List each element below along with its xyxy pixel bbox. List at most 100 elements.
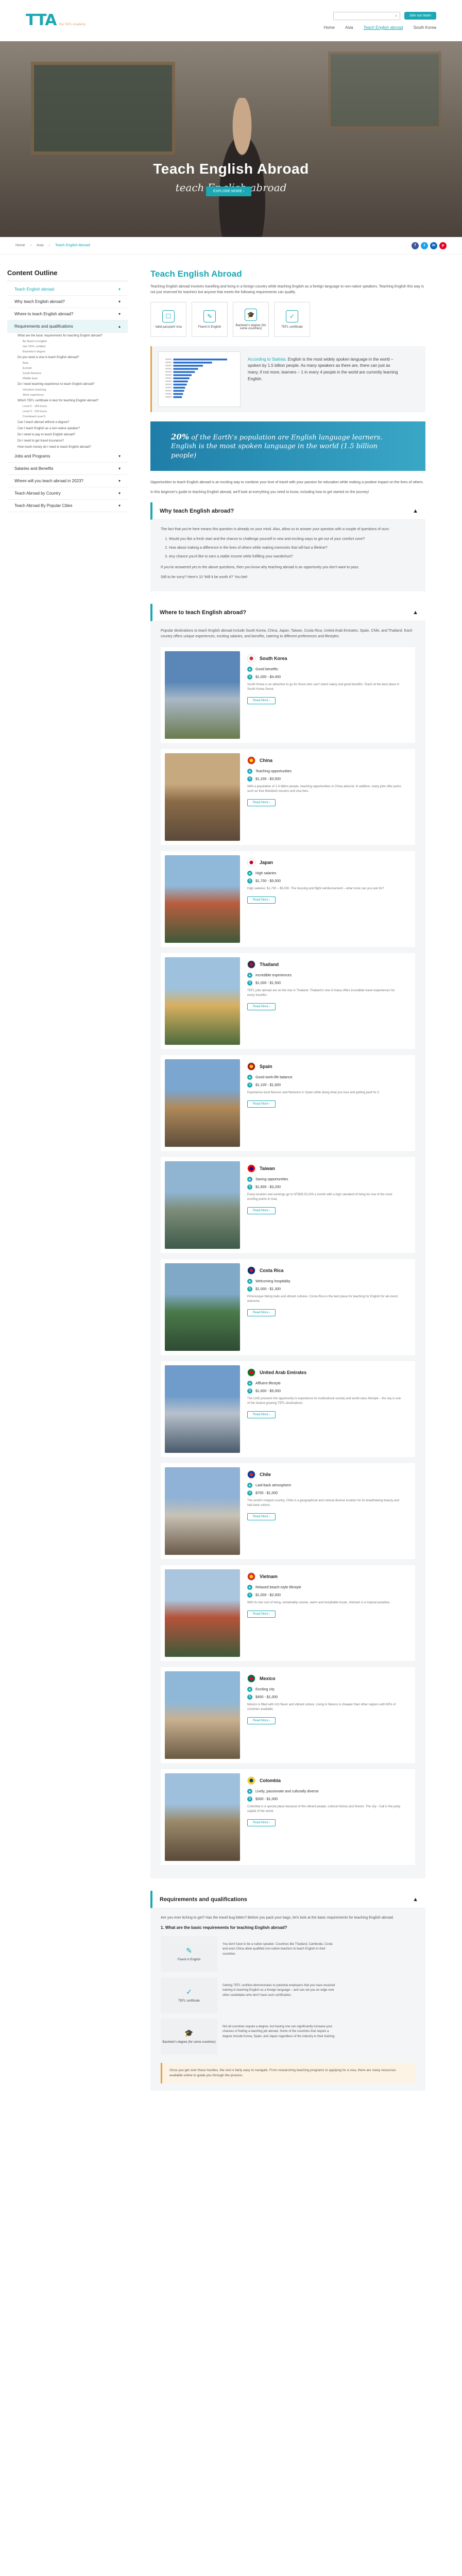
country-name-row: Taiwan bbox=[247, 1164, 402, 1173]
country-flag-icon bbox=[247, 1470, 255, 1479]
read-more-button[interactable]: Read More › bbox=[247, 1611, 276, 1618]
sidebar-item[interactable]: Teach Abroad By Popular Cities ▾ bbox=[7, 500, 128, 512]
nav-item-teach-english-abroad[interactable]: Teach English abroad bbox=[364, 25, 403, 30]
requirements-header[interactable]: Requirements and qualifications ▲ bbox=[150, 1891, 425, 1909]
social-share-icon[interactable]: f bbox=[412, 242, 419, 249]
sidebar-subsubitem[interactable]: South America bbox=[7, 371, 128, 376]
country-flag-icon bbox=[247, 1062, 255, 1071]
search-box[interactable]: ⌕ bbox=[333, 11, 400, 20]
read-more-button[interactable]: Read More › bbox=[247, 1207, 276, 1215]
sidebar-subitem[interactable]: How much money do I need to teach Englis… bbox=[7, 444, 128, 450]
chevron-down-icon[interactable]: ▾ bbox=[118, 466, 121, 471]
sidebar-subitem[interactable]: Can I teach abroad without a degree? bbox=[7, 419, 128, 426]
chevron-down-icon[interactable]: ▾ bbox=[118, 299, 121, 304]
read-more-button[interactable]: Read More › bbox=[247, 1819, 276, 1827]
site-logo[interactable]: TTA The TEFL Academy bbox=[26, 13, 85, 28]
sidebar-subitem[interactable]: What are the basic requirements for teac… bbox=[7, 333, 128, 339]
country-card: Chile ★ Laid-back atmosphere $ $700 - $1,000… bbox=[161, 1463, 415, 1560]
sidebar-subsubitem[interactable]: Level 3 - 120 hours bbox=[7, 409, 128, 414]
read-more-button[interactable]: Read More › bbox=[247, 1717, 276, 1725]
requirement-icon: ✎ bbox=[203, 310, 216, 323]
search-icon[interactable]: ⌕ bbox=[395, 13, 397, 19]
nav-item-asia[interactable]: Asia bbox=[345, 25, 353, 30]
sidebar-subsubitem[interactable]: Combined Level 5 bbox=[7, 414, 128, 419]
chevron-down-icon[interactable]: ▾ bbox=[118, 287, 121, 292]
collapse-icon[interactable]: ▲ bbox=[413, 609, 418, 616]
country-salary: $ $1,000 - $1,500 bbox=[247, 980, 402, 986]
sidebar-item[interactable]: Where will you teach abroad in 2023? ▾ bbox=[7, 475, 128, 487]
banner-text: of the Earth's population are English la… bbox=[171, 433, 383, 460]
join-team-button[interactable]: Join our team bbox=[404, 12, 436, 20]
chevron-down-icon[interactable]: ▾ bbox=[118, 503, 121, 508]
search-input[interactable] bbox=[335, 14, 396, 18]
where-header[interactable]: Where to teach English abroad? ▲ bbox=[150, 604, 425, 622]
feature-icon: ★ bbox=[247, 1075, 252, 1080]
feature-icon: ★ bbox=[247, 973, 252, 978]
sidebar-subsubitem[interactable]: Middle East bbox=[7, 376, 128, 381]
read-more-button[interactable]: Read More › bbox=[247, 1309, 276, 1317]
why-header[interactable]: Why teach English abroad? ▲ bbox=[150, 502, 425, 520]
why-p1: If you've answered yes to the above ques… bbox=[161, 565, 360, 569]
sidebar-item[interactable]: Why teach English abroad? ▾ bbox=[7, 296, 128, 308]
nav-item-home[interactable]: Home bbox=[324, 25, 335, 30]
chevron-down-icon[interactable]: ▾ bbox=[118, 312, 121, 316]
country-salary: $ $1,800 - $3,200 bbox=[247, 1184, 402, 1190]
sidebar-subsubitem[interactable]: Get TEFL certified bbox=[7, 344, 128, 349]
where-section: Where to teach English abroad? ▲ Popular… bbox=[150, 604, 425, 1879]
social-share-icon[interactable]: p bbox=[439, 242, 447, 249]
sidebar-item[interactable]: Teach English abroad ▾ bbox=[7, 283, 128, 296]
sidebar-subsubitem[interactable]: Volunteer teaching bbox=[7, 387, 128, 393]
sidebar-subitem[interactable]: Do I need teaching experience to teach E… bbox=[7, 381, 128, 387]
feature-icon: ★ bbox=[247, 769, 252, 774]
sidebar-item[interactable]: Jobs and Programs ▾ bbox=[7, 450, 128, 463]
chevron-down-icon[interactable]: ▾ bbox=[118, 491, 121, 496]
country-info: Japan ★ High salaries $ $1,700 - $5,000 High … bbox=[247, 855, 402, 943]
sidebar-subitem[interactable]: Can I teach English as a non-native spea… bbox=[7, 426, 128, 432]
sidebar-subitem[interactable]: Which TEFL certificate is best for teach… bbox=[7, 398, 128, 404]
breadcrumb-item[interactable]: Teach English Abroad bbox=[55, 244, 90, 247]
statista-lead[interactable]: According to Statista, bbox=[248, 357, 287, 362]
sidebar-item[interactable]: Salaries and Benefits ▾ bbox=[7, 463, 128, 475]
read-more-button[interactable]: Read More › bbox=[247, 896, 276, 904]
country-name: United Arab Emirates bbox=[260, 1370, 307, 1376]
collapse-icon[interactable]: ▲ bbox=[413, 508, 418, 514]
country-name-row: Costa Rica bbox=[247, 1266, 402, 1275]
chevron-up-icon[interactable]: ▴ bbox=[118, 324, 121, 329]
sidebar-subsubitem[interactable]: Level 5 - 168 hours bbox=[7, 404, 128, 409]
collapse-icon[interactable]: ▲ bbox=[413, 1896, 418, 1903]
chevron-down-icon[interactable]: ▾ bbox=[118, 479, 121, 483]
country-photo bbox=[165, 1161, 240, 1249]
requirements-note: Once you get over these hurdles, the res… bbox=[161, 2062, 415, 2084]
nav-item-south-korea[interactable]: South Korea bbox=[414, 25, 436, 30]
country-salary-text: $1,000 - $4,400 bbox=[255, 675, 281, 679]
sidebar-item[interactable]: Teach Abroad by Country ▾ bbox=[7, 487, 128, 500]
sidebar-subsubitem[interactable]: Bachelor's degree bbox=[7, 349, 128, 354]
feature-icon: ★ bbox=[247, 1279, 252, 1284]
sidebar-subitem[interactable]: Do I need to pay to teach English abroad… bbox=[7, 432, 128, 438]
breadcrumb-item[interactable]: Home bbox=[15, 244, 25, 247]
country-description: The world's longest country, Chile is a … bbox=[247, 1499, 399, 1507]
breadcrumb-item[interactable]: Asia bbox=[37, 244, 44, 247]
social-share-icon[interactable]: t bbox=[421, 242, 428, 249]
salary-icon: $ bbox=[247, 1592, 252, 1598]
explore-more-button[interactable]: EXPLORE MORE › bbox=[206, 187, 252, 196]
sidebar-subitem[interactable]: Do I need to get travel insurance? bbox=[7, 438, 128, 444]
sidebar-subsubitem[interactable]: Be fluent in English bbox=[7, 339, 128, 344]
sidebar-subsubitem[interactable]: Work experience bbox=[7, 393, 128, 398]
chevron-down-icon[interactable]: ▾ bbox=[118, 454, 121, 459]
read-more-button[interactable]: Read More › bbox=[247, 1513, 276, 1521]
social-share-icon[interactable]: in bbox=[430, 242, 437, 249]
read-more-button[interactable]: Read More › bbox=[247, 697, 276, 705]
read-more-button[interactable]: Read More › bbox=[247, 1100, 276, 1108]
country-feature: ★ Exciting city bbox=[247, 1687, 402, 1692]
sidebar-subitem[interactable]: Do you need a visa to teach English abro… bbox=[7, 354, 128, 361]
sidebar-subsubitem[interactable]: Europe bbox=[7, 366, 128, 371]
read-more-button[interactable]: Read More › bbox=[247, 799, 276, 807]
sidebar-subsubitem[interactable]: Asia bbox=[7, 361, 128, 366]
country-feature-text: Teaching opportunities bbox=[255, 769, 292, 773]
read-more-button[interactable]: Read More › bbox=[247, 1411, 276, 1419]
read-more-button[interactable]: Read More › bbox=[247, 1003, 276, 1011]
sidebar-item[interactable]: Where to teach English abroad? ▾ bbox=[7, 308, 128, 320]
country-card: United Arab Emirates ★ Affluent lifestyle $… bbox=[161, 1361, 415, 1458]
sidebar-item[interactable]: Requirements and qualifications ▴ bbox=[7, 320, 128, 333]
